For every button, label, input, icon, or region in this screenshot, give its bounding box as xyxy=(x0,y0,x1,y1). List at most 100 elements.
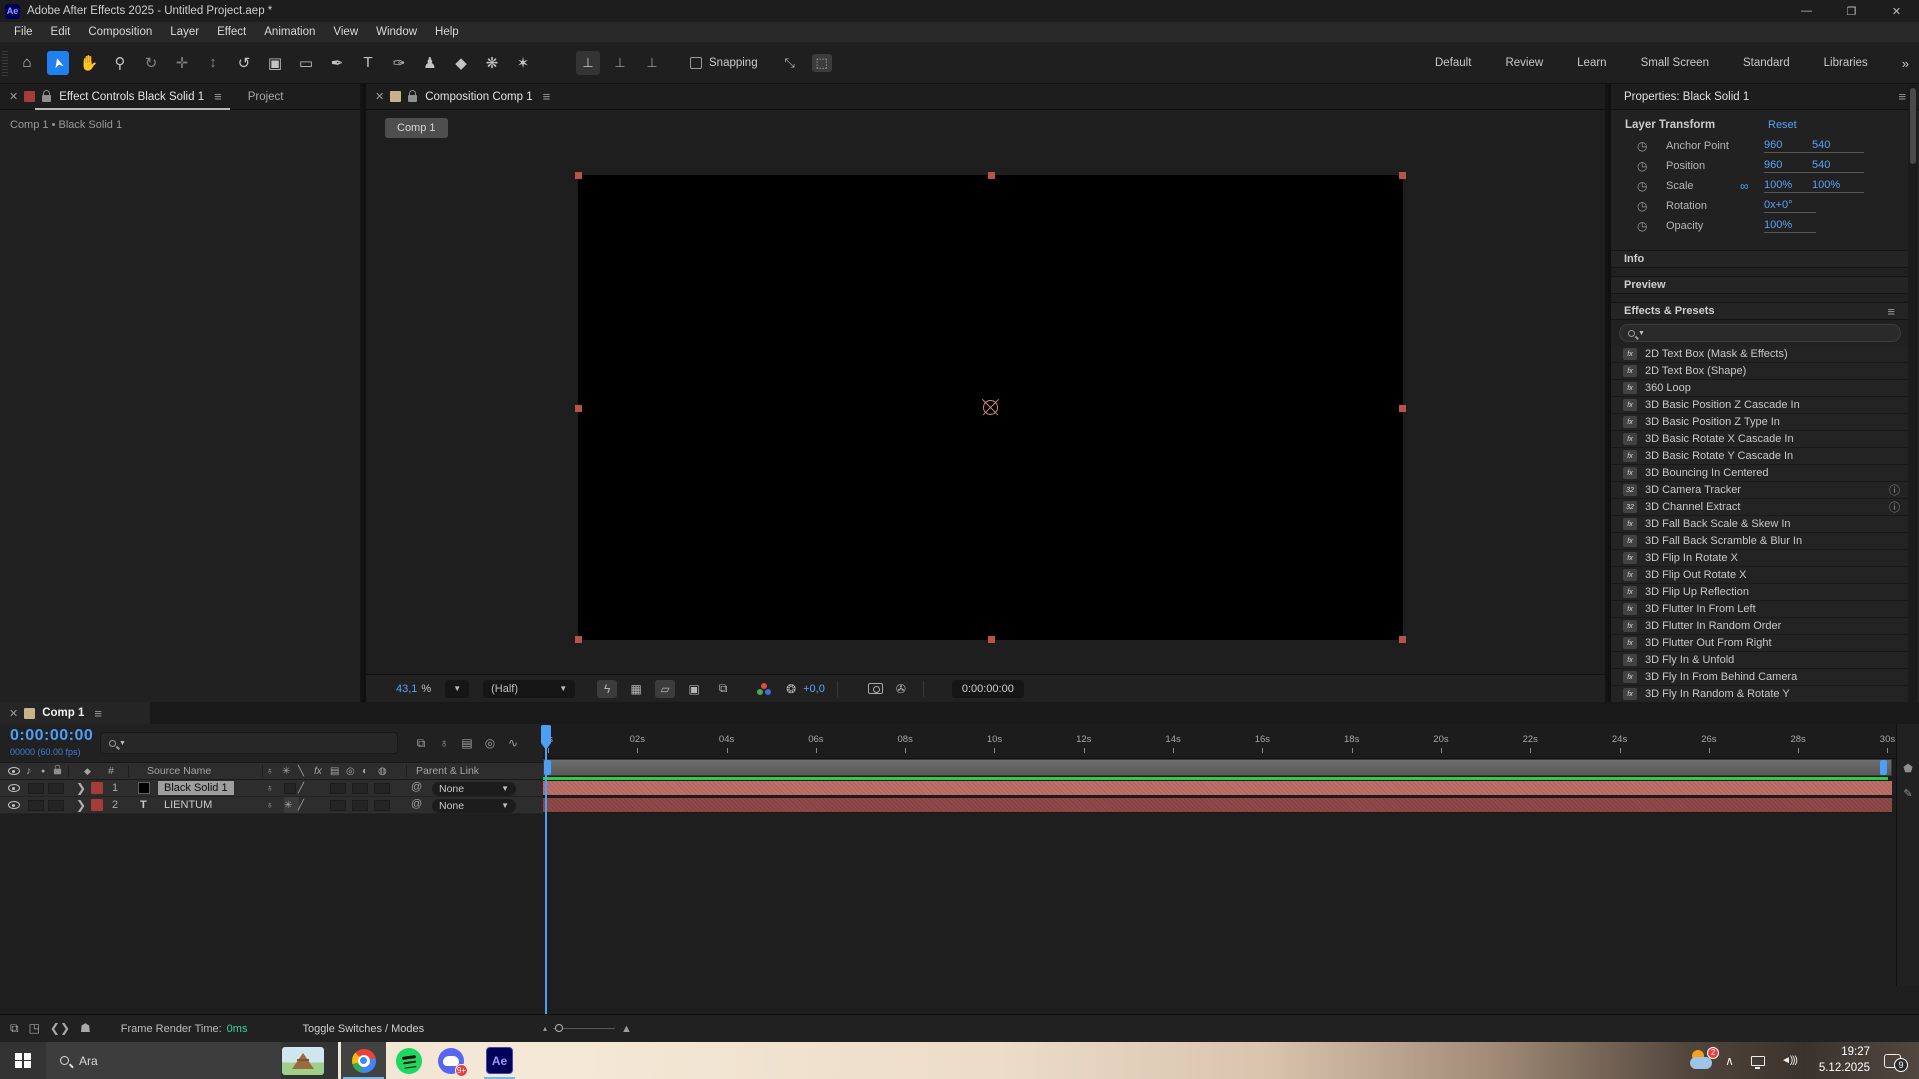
effects-preset-item[interactable]: fx 3D Flip Out Rotate X xyxy=(1611,567,1908,584)
effects-preset-item[interactable]: fx 3D Flutter In Random Order xyxy=(1611,618,1908,635)
composition-viewer[interactable] xyxy=(366,110,1605,674)
property-value[interactable]: 100% xyxy=(1764,179,1816,193)
lock-column-icon[interactable] xyxy=(53,764,62,774)
frame-blend-switch-icon[interactable]: ▤ xyxy=(330,763,345,779)
property-value[interactable]: 540 xyxy=(1812,139,1864,153)
menu-item[interactable]: File xyxy=(5,26,42,38)
workspace-overflow-icon[interactable]: » xyxy=(1902,56,1909,71)
layer-visibility-icon[interactable] xyxy=(8,784,20,792)
workspace-tab[interactable]: Review xyxy=(1505,57,1543,69)
mask-visibility-icon[interactable]: ▱ xyxy=(655,679,676,698)
effects-preset-item[interactable]: 32 3D Channel Extract ⓘ xyxy=(1611,499,1908,516)
tray-overflow-icon[interactable]: ∧ xyxy=(1725,1054,1734,1068)
effects-preset-item[interactable]: fx 3D Flip Up Reflection xyxy=(1611,584,1908,601)
after-effects-app-button[interactable]: Ae xyxy=(486,1047,513,1074)
effects-preset-item[interactable]: fx 2D Text Box (Mask & Effects) xyxy=(1611,346,1908,363)
switch-cell[interactable] xyxy=(352,782,368,794)
close-panel-icon[interactable]: ✕ xyxy=(375,90,384,103)
info-icon[interactable]: ⓘ xyxy=(1889,499,1900,515)
toolbar-extra-icon[interactable]: ⬚ xyxy=(811,53,832,72)
taskbar-clock[interactable]: 19:27 5.12.2025 xyxy=(1819,1045,1870,1076)
zoom-slider-track[interactable] xyxy=(553,1024,616,1032)
workspace-tab[interactable]: Default xyxy=(1435,57,1471,69)
panel-scrollbar[interactable] xyxy=(1908,84,1917,702)
axis-mode-button[interactable]: ⊥ xyxy=(576,50,600,75)
quality-switch[interactable]: ╱ xyxy=(298,797,313,813)
volume-icon[interactable]: ◄))) xyxy=(1781,1055,1798,1066)
tool-button[interactable]: ✑ xyxy=(388,51,410,75)
weather-tray-icon[interactable]: 2 xyxy=(1690,1046,1720,1072)
info-icon[interactable]: ⓘ xyxy=(1889,482,1900,498)
close-panel-icon[interactable]: ✕ xyxy=(9,707,18,720)
start-button[interactable] xyxy=(0,1042,46,1079)
transform-handle[interactable] xyxy=(575,172,582,179)
magnification-dropdown[interactable]: ▼ xyxy=(445,679,470,698)
network-icon[interactable] xyxy=(1750,1055,1765,1069)
minimize-button[interactable]: — xyxy=(1784,0,1829,22)
toolbar-grip[interactable] xyxy=(2,49,8,76)
parent-link-column-header[interactable]: Parent & Link xyxy=(416,763,479,779)
layer-name[interactable]: LIENTUM xyxy=(158,798,218,812)
panel-menu-icon[interactable]: ≡ xyxy=(543,89,551,104)
snapping-label[interactable]: Snapping xyxy=(709,57,758,69)
layer-row-1[interactable]: ❯ 1 Black Solid 1 ♁ ╱ @ None ▼ xyxy=(0,780,543,797)
comp-marker-bin-icon[interactable]: ⬟ xyxy=(1903,762,1913,775)
menu-item[interactable]: Layer xyxy=(161,26,208,38)
property-value[interactable]: 100% xyxy=(1764,219,1816,233)
close-button[interactable]: ✕ xyxy=(1874,0,1919,22)
source-name-column-header[interactable]: Source Name xyxy=(147,763,211,779)
notification-center-icon[interactable]: 9 xyxy=(1884,1053,1908,1072)
effects-preset-item[interactable]: fx 3D Bouncing In Centered xyxy=(1611,465,1908,482)
info-panel-header[interactable]: Info xyxy=(1611,250,1908,268)
tab-comp1-timeline[interactable]: ✕ Comp 1 ≡ xyxy=(0,702,150,724)
property-value[interactable]: 960 xyxy=(1764,139,1816,153)
menu-item[interactable]: Edit xyxy=(42,26,80,38)
render-queue-icon[interactable]: ☗ xyxy=(80,1021,91,1036)
effects-preset-item[interactable]: fx 3D Fly In From Behind Camera xyxy=(1611,669,1908,686)
property-value[interactable]: 0x+0° xyxy=(1764,199,1816,213)
pickwhip-icon[interactable]: @ xyxy=(411,781,422,793)
collapse-switch[interactable]: ✳ xyxy=(284,797,299,813)
fast-previews-icon[interactable]: ϟ xyxy=(597,679,618,698)
link-dimensions-icon[interactable]: ∞ xyxy=(1740,179,1749,193)
adjustment-switch-icon[interactable]: ◐ xyxy=(362,763,377,779)
motion-blur-switch-icon[interactable]: ◎ xyxy=(346,763,361,779)
transform-handle[interactable] xyxy=(1399,404,1406,412)
magnification-value[interactable]: 43,1 xyxy=(396,683,417,695)
workspace-tab[interactable]: Libraries xyxy=(1824,57,1868,69)
tool-button[interactable]: ↕ xyxy=(202,51,224,75)
label-column-icon[interactable]: ◆ xyxy=(84,763,91,779)
index-column-header[interactable]: # xyxy=(108,763,114,779)
maximize-button[interactable]: ❐ xyxy=(1829,0,1874,22)
switch-cell[interactable] xyxy=(374,782,390,794)
transform-handle[interactable] xyxy=(575,636,582,643)
layer-bar-black-solid[interactable] xyxy=(543,780,1892,796)
exposure-value[interactable]: +0,0 xyxy=(803,683,825,695)
work-area-end-handle[interactable] xyxy=(1880,760,1887,775)
workspace-tab[interactable]: Standard xyxy=(1743,57,1790,69)
transparency-grid-icon[interactable]: ▦ xyxy=(626,680,646,698)
tab-composition[interactable]: Composition Comp 1 xyxy=(425,91,532,103)
snapshot-region-icon[interactable]: ⧉ xyxy=(713,680,733,698)
axis-mode-button[interactable]: ⊥ xyxy=(640,51,664,75)
quality-switch-icon[interactable]: ╲ xyxy=(298,763,313,779)
layer-transform-label[interactable]: Layer Transform xyxy=(1625,119,1715,131)
panel-menu-icon[interactable]: ≡ xyxy=(1887,304,1895,319)
expand-transfer-controls-icon[interactable]: ◳ xyxy=(29,1021,40,1036)
zoom-out-icon[interactable]: ▴ xyxy=(543,1024,547,1033)
switch-cell[interactable] xyxy=(374,799,390,811)
frame-blending-icon[interactable]: ▤ xyxy=(460,732,474,754)
transform-handle[interactable] xyxy=(575,404,582,412)
tool-button[interactable]: ✋ xyxy=(78,51,100,75)
transform-handle[interactable] xyxy=(987,172,995,179)
layer-row-2[interactable]: ❯ 2 T LIENTUM ♁ ✳ ╱ @ None ▼ xyxy=(0,797,543,814)
stopwatch-icon[interactable]: ◷ xyxy=(1637,139,1647,153)
work-area-bar[interactable] xyxy=(543,759,1892,776)
resolution-dropdown[interactable]: (Half) ▼ xyxy=(483,679,576,698)
tool-button[interactable]: ↻ xyxy=(140,51,162,75)
video-column-icon[interactable] xyxy=(8,767,20,775)
expand-layer-icon[interactable]: ❯ xyxy=(76,797,86,813)
tool-button[interactable]: ⌂ xyxy=(16,51,38,75)
effects-preset-item[interactable]: fx 3D Basic Position Z Type In xyxy=(1611,414,1908,431)
reset-link[interactable]: Reset xyxy=(1768,119,1797,131)
